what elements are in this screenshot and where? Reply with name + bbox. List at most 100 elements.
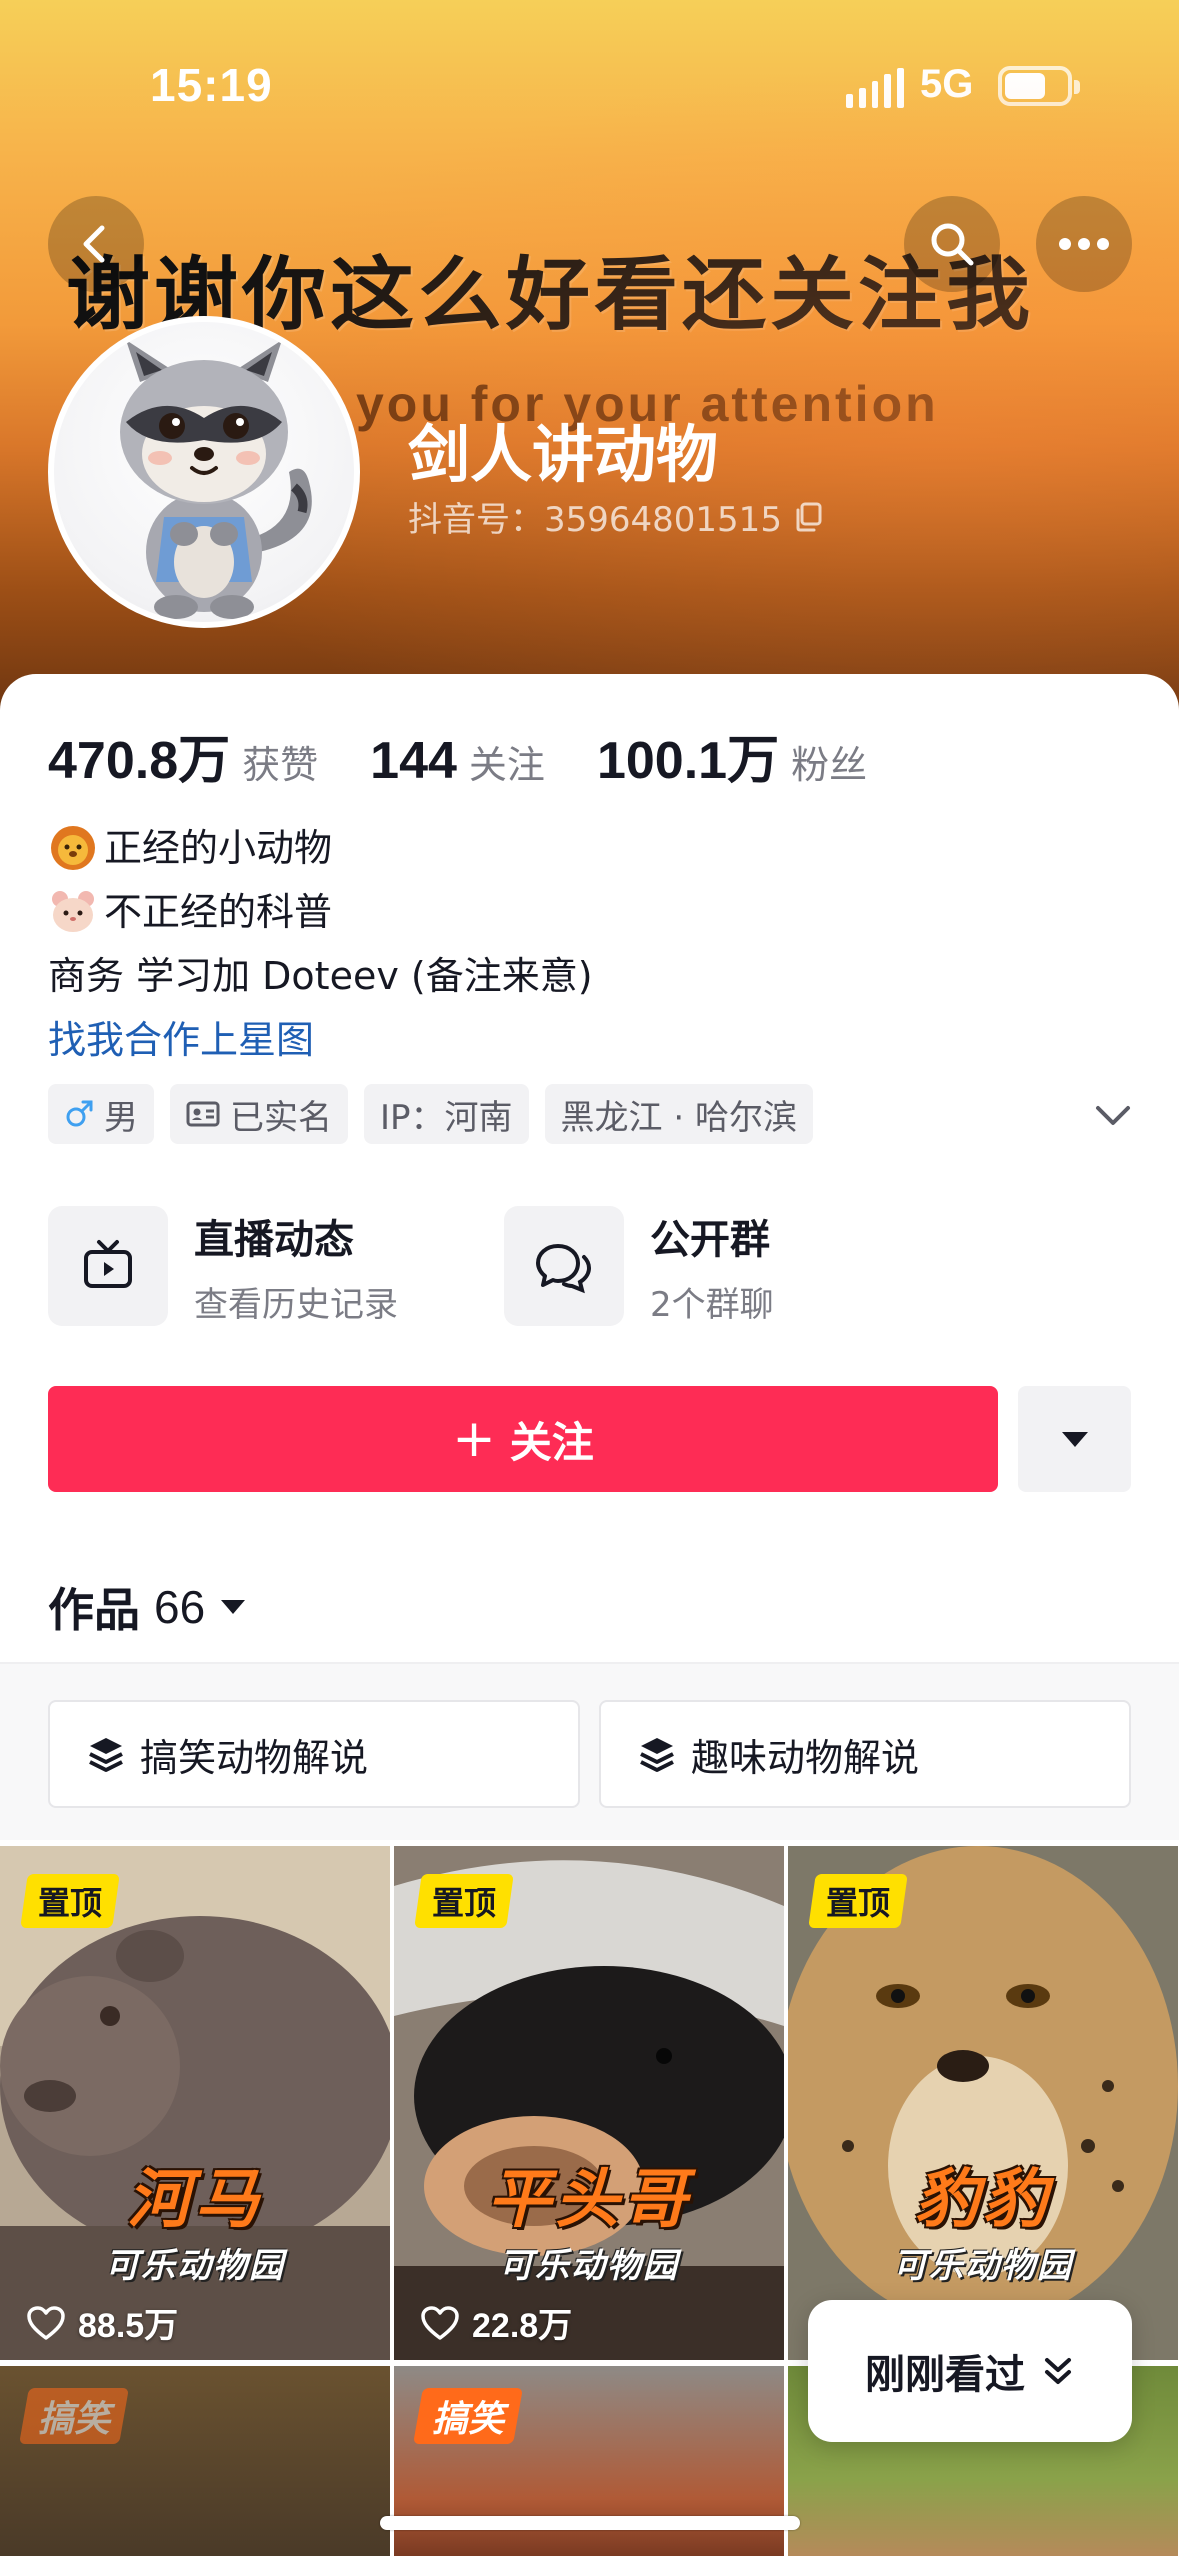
star-map-link[interactable]: 找我合作上星图 — [48, 1008, 314, 1072]
quick-icon-box — [504, 1206, 624, 1326]
live-history-link[interactable]: 直播动态 查看历史记录 — [48, 1206, 398, 1326]
avatar[interactable] — [48, 316, 360, 628]
tag-gender: 男 — [48, 1084, 154, 1144]
video-tile-hippo[interactable]: 置顶 河马 可乐动物园 88.5万 — [0, 1846, 390, 2360]
bio-text: 不正经的科普 — [104, 890, 333, 934]
works-label: 作品 — [48, 1583, 140, 1637]
stat-value: 100.1万 — [596, 732, 780, 790]
video-tile-cheetah[interactable]: 置顶 豹豹 可乐动物园 — [788, 1846, 1178, 2360]
more-dots-icon — [1059, 238, 1109, 250]
recent-label: 刚刚看过 — [865, 2352, 1025, 2398]
video-tile[interactable]: 搞笑 — [0, 2366, 390, 2556]
status-time: 15:19 — [150, 59, 273, 111]
chat-bubble-icon — [536, 1244, 592, 1294]
back-button[interactable] — [48, 196, 144, 292]
douyin-id[interactable]: 抖音号：35964801515 — [408, 492, 826, 541]
video-likes: 22.8万 — [420, 2298, 572, 2347]
likes-count: 88.5万 — [78, 2307, 179, 2345]
stat-label: 获赞 — [242, 743, 319, 787]
quick-icon-box — [48, 1206, 168, 1326]
douyin-id-text: 抖音号：35964801515 — [408, 500, 782, 540]
layers-icon — [640, 1738, 674, 1772]
collection-label: 趣味动物解说 — [691, 1735, 920, 1780]
chevron-down-icon[interactable] — [1090, 1098, 1136, 1134]
video-title: 豹豹 — [915, 2163, 1051, 2237]
video-title: 河马 — [127, 2163, 263, 2237]
pinned-badge: 置顶 — [808, 1874, 908, 1928]
funny-badge: 搞笑 — [413, 2388, 523, 2444]
tag-text: IP：河南 — [380, 1097, 513, 1138]
follow-button[interactable]: + 关注 — [48, 1386, 998, 1492]
home-indicator[interactable] — [380, 2516, 800, 2530]
bio-line: 找我合作上星图 — [48, 1008, 593, 1072]
bio-text: 商务 学习加 Doteev (备注来意) — [48, 954, 593, 998]
bio-line: 不正经的科普 — [48, 880, 593, 944]
recently-viewed-button[interactable]: 刚刚看过 — [808, 2300, 1132, 2442]
stat-label: 粉丝 — [791, 743, 868, 787]
collection-funny[interactable]: 搞笑动物解说 — [48, 1700, 580, 1808]
quick-title: 公开群 — [650, 1216, 770, 1263]
funny-badge: 搞笑 — [19, 2388, 129, 2444]
tag-ip: IP：河南 — [364, 1084, 529, 1144]
male-icon — [66, 1100, 93, 1127]
triangle-down-icon — [221, 1600, 246, 1614]
bio-text: 正经的小动物 — [104, 826, 333, 870]
raccoon-avatar-icon — [120, 340, 312, 619]
profile-stats: 470.8万 获赞 144 关注 100.1万 粉丝 — [48, 718, 919, 793]
tag-verified: 已实名 — [170, 1084, 348, 1144]
pinned-badge: 置顶 — [414, 1874, 514, 1928]
follow-label: 关注 — [509, 1417, 594, 1467]
tag-text: 男 — [104, 1097, 138, 1138]
network-label: 5G — [920, 62, 974, 106]
signal-icon — [846, 68, 904, 108]
stat-value: 144 — [370, 732, 457, 790]
tv-icon — [84, 1240, 132, 1288]
id-card-icon — [186, 1101, 220, 1127]
quick-subtitle: 2个群聊 — [650, 1284, 774, 1325]
public-group-link[interactable]: 公开群 2个群聊 — [504, 1206, 774, 1326]
video-subtitle: 可乐动物园 — [499, 2246, 679, 2286]
video-grid: 置顶 河马 可乐动物园 88.5万 置顶 平头哥 可乐动物园 22.8万 置顶 … — [0, 1846, 1179, 2556]
double-chevron-down-icon — [1045, 2358, 1071, 2384]
tag-text: 黑龙江 · 哈尔滨 — [560, 1097, 797, 1138]
heart-icon — [27, 2305, 65, 2340]
works-tab[interactable]: 作品 66 — [48, 1574, 247, 1640]
profile-tags: 男 已实名 IP：河南 黑龙江 · 哈尔滨 — [48, 1084, 813, 1144]
likes-count: 22.8万 — [472, 2307, 573, 2345]
profile-name: 剑人讲动物 — [408, 418, 719, 491]
pinned-badge: 置顶 — [20, 1874, 120, 1928]
bio-line: 商务 学习加 Doteev (备注来意) — [48, 944, 593, 1008]
quick-subtitle: 查看历史记录 — [194, 1284, 398, 1325]
chevron-left-icon — [83, 225, 105, 263]
triangle-down-icon — [1061, 1432, 1088, 1447]
tag-text: 已实名 — [230, 1097, 332, 1138]
video-subtitle: 可乐动物园 — [893, 2246, 1073, 2286]
video-likes: 88.5万 — [26, 2298, 178, 2347]
video-title: 平头哥 — [487, 2163, 691, 2237]
collection-label: 搞笑动物解说 — [140, 1735, 369, 1780]
more-options-button[interactable] — [1018, 1386, 1131, 1492]
profile-bio: 正经的小动物 不正经的科普 商务 学习加 Doteev (备注来意) 找我合作上… — [48, 816, 593, 1072]
plus-icon: + — [452, 1409, 496, 1469]
battery-icon — [998, 66, 1080, 106]
heart-icon — [421, 2305, 459, 2340]
profile-banner: 15:19 5G 谢谢你这么好看还关注我 you for your attent… — [0, 0, 1179, 720]
video-tile-honey-badger[interactable]: 置顶 平头哥 可乐动物园 22.8万 — [394, 1846, 784, 2360]
search-button[interactable] — [904, 196, 1000, 292]
video-subtitle: 可乐动物园 — [105, 2246, 285, 2286]
collection-fun[interactable]: 趣味动物解说 — [599, 1700, 1131, 1808]
stat-value: 470.8万 — [48, 732, 231, 790]
copy-icon[interactable] — [792, 500, 826, 534]
lion-emoji-icon — [51, 826, 95, 870]
layers-icon — [89, 1738, 123, 1772]
works-count: 66 — [154, 1581, 206, 1633]
stat-likes[interactable]: 470.8万 获赞 — [48, 718, 318, 793]
stat-label: 关注 — [468, 743, 545, 787]
bio-line: 正经的小动物 — [48, 816, 593, 880]
tag-location: 黑龙江 · 哈尔滨 — [544, 1084, 813, 1144]
hamster-emoji-icon — [52, 891, 94, 932]
search-icon — [931, 223, 974, 266]
stat-followers[interactable]: 100.1万 粉丝 — [597, 718, 867, 793]
stat-following[interactable]: 144 关注 — [370, 731, 545, 791]
more-button[interactable] — [1036, 196, 1132, 292]
